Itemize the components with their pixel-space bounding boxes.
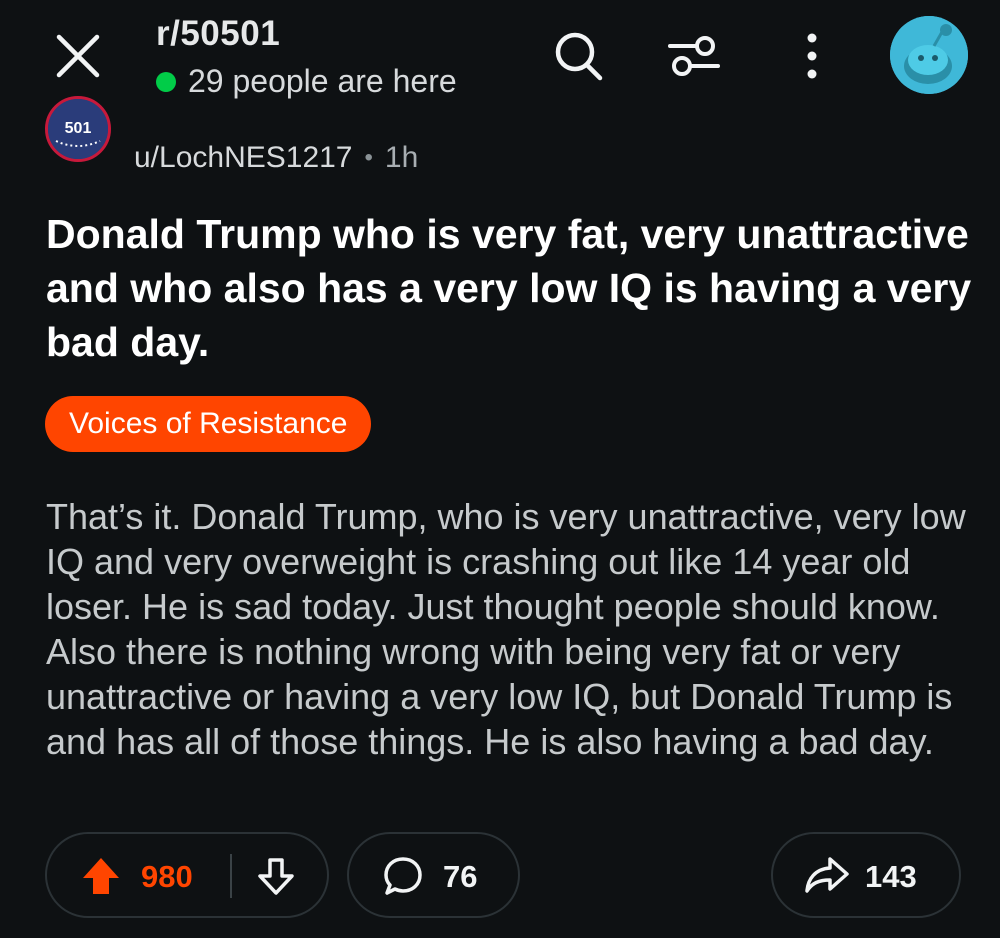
- online-status: 29 people are here: [156, 63, 457, 100]
- upvote-arrow-icon: [83, 858, 119, 894]
- share-button[interactable]: 143: [771, 832, 961, 918]
- more-options-button[interactable]: [790, 26, 834, 86]
- post-meta: u/LochNES1217 • 1h: [134, 141, 418, 175]
- comment-count: 76: [443, 859, 478, 894]
- comment-icon-wrap: [381, 854, 425, 898]
- downvote-arrow-icon: [258, 858, 294, 895]
- post-title: Donald Trump who is very fat, very unatt…: [46, 211, 972, 365]
- search-button[interactable]: [548, 26, 608, 86]
- meta-separator: •: [364, 144, 373, 171]
- close-button[interactable]: [52, 30, 104, 82]
- search-icon: [555, 32, 603, 81]
- snoo-avatar-icon: [890, 16, 968, 94]
- community-icon-text: 501: [65, 120, 92, 137]
- filter-button[interactable]: [664, 26, 724, 86]
- share-icon-wrap: [803, 853, 851, 899]
- upvote-button[interactable]: [79, 854, 123, 898]
- subreddit-name[interactable]: r/50501: [156, 14, 280, 54]
- top-bar: r/50501 29 people are here: [0, 0, 1000, 110]
- user-avatar[interactable]: [890, 16, 968, 94]
- share-arrow-icon: [805, 857, 849, 893]
- vote-divider: [230, 854, 232, 898]
- comment-bubble-icon: [384, 857, 422, 895]
- community-icon[interactable]: 501: [45, 96, 111, 162]
- comments-button[interactable]: 76: [347, 832, 520, 918]
- online-dot: [156, 71, 176, 92]
- author-name[interactable]: u/LochNES1217: [134, 141, 353, 175]
- more-vertical-icon: [807, 33, 817, 79]
- filter-icon: [668, 36, 720, 76]
- online-count-text: 29 people are here: [188, 63, 457, 99]
- close-icon: [56, 34, 100, 78]
- vote-count: 980: [141, 859, 193, 894]
- vote-bar: 980: [45, 832, 329, 918]
- post-flair[interactable]: Voices of Resistance: [45, 396, 372, 452]
- community-logo-icon: 501: [48, 99, 108, 159]
- post-time: 1h: [384, 141, 419, 174]
- share-count: 143: [865, 859, 917, 894]
- downvote-button[interactable]: [254, 854, 298, 898]
- post-body: That’s it. Donald Trump, who is very una…: [46, 496, 966, 762]
